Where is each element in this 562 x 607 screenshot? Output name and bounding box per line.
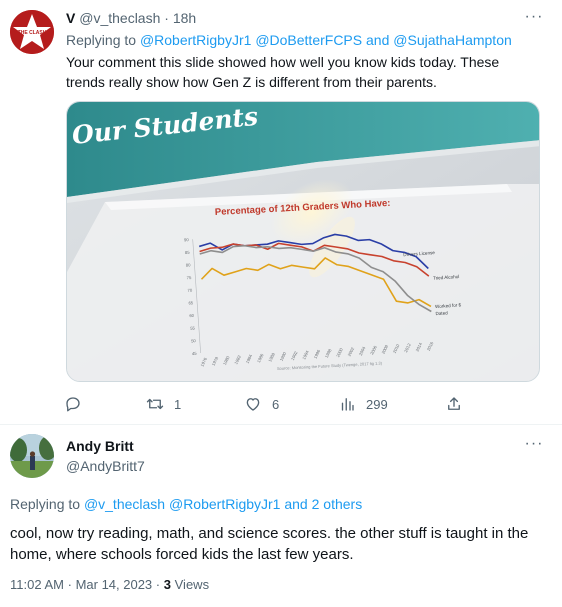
retweet-arrows-icon [146,398,164,410]
others-link[interactable]: 2 others [312,496,363,512]
reply-bubble-icon [66,397,80,412]
tweet-photo[interactable]: Our Students Percentage of 12th Graders … [66,101,540,382]
more-icon[interactable]: ··· [524,9,544,30]
tweet-text: cool, now try reading, math, and science… [10,525,529,563]
heart-icon [246,398,260,411]
tweet-actions: 1 6 299 [56,392,526,416]
avatar-photo [10,434,54,478]
more-icon[interactable]: ··· [524,436,544,457]
author-name[interactable]: V [66,10,75,26]
timestamp[interactable]: 18h [173,10,196,26]
replying-to: Replying to @v_theclash @RobertRigbyJr1 … [10,496,362,512]
retweet-button[interactable]: 1 [146,392,181,416]
tweet-meta: 11:02 AM · Mar 14, 2023 · 3 Views [10,577,209,592]
like-count: 6 [272,396,280,412]
avatar-v-theclash[interactable]: THE CLASH [10,10,54,54]
mention-link[interactable]: @SujathaHampton [393,32,512,48]
tweet-date[interactable]: Mar 14, 2023 [76,577,153,592]
replying-to: Replying to @RobertRigbyJr1 @DoBetterFCP… [66,32,512,48]
tweet-header: V @v_theclash · 18h [66,10,196,26]
share-upload-icon [448,397,460,410]
tweet-text: Your comment this slide showed how well … [66,54,500,90]
author-handle[interactable]: @v_theclash [79,10,160,26]
mention-link[interactable]: @DoBetterFCPS [255,32,362,48]
bar-chart-icon [341,398,354,411]
author-handle[interactable]: @AndyBritt7 [66,458,145,474]
mention-link[interactable]: @RobertRigbyJr1 [140,32,251,48]
author-name[interactable]: Andy Britt [66,438,134,454]
mention-and: and [366,32,390,48]
replying-prefix: Replying to [10,496,81,512]
tweet-time[interactable]: 11:02 AM [10,577,64,592]
separator-dot: · [164,10,169,26]
views-label: Views [174,577,210,592]
meta-dot: · [155,577,161,592]
slide-photo: Our Students Percentage of 12th Graders … [67,102,539,381]
reply-button[interactable] [64,392,92,416]
meta-dot: · [67,577,72,592]
series-label: Dated [435,310,448,316]
views-count: 3 [163,577,171,592]
mention-link[interactable]: @RobertRigbyJr1 [169,496,280,512]
clash-star-logo: THE CLASH [10,10,54,54]
share-button[interactable] [445,392,473,416]
like-button[interactable]: 6 [244,392,279,416]
mention-link[interactable]: @v_theclash [84,496,165,512]
views-count: 299 [366,396,388,412]
retweet-count: 1 [174,396,182,412]
avatar-andy-britt[interactable] [10,434,54,478]
views-button[interactable]: 299 [338,392,388,416]
mention-and: and [284,496,308,512]
logo-text: THE CLASH [18,30,47,36]
replying-prefix: Replying to [66,32,137,48]
reply-tweet[interactable]: THE CLASH V @v_theclash · 18h ··· Replyi… [0,0,562,425]
